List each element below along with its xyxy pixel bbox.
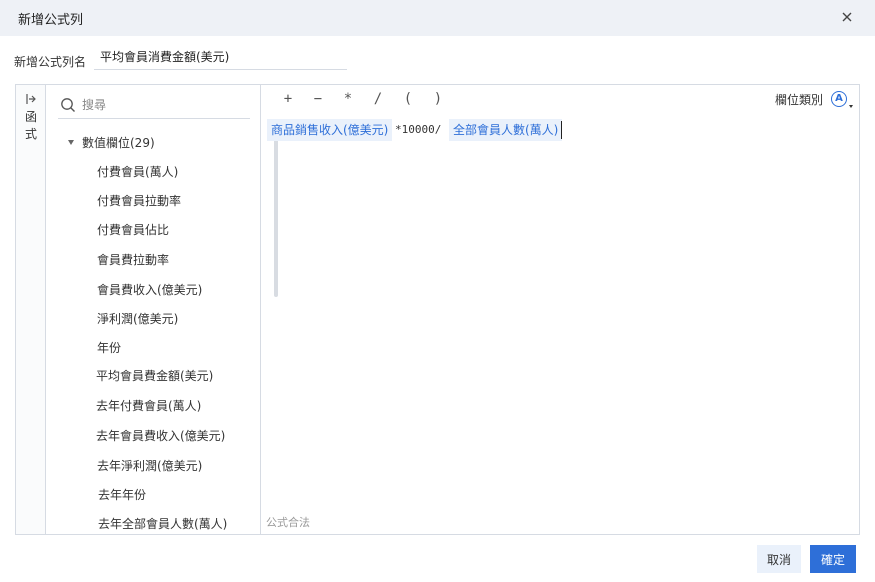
function-rail-label-line1: 函 xyxy=(24,110,37,124)
dialog-title: 新增公式列 xyxy=(18,13,84,28)
field-item[interactable]: 淨利潤(億美元) xyxy=(97,310,178,328)
open-paren-button[interactable]: ( xyxy=(399,91,417,109)
dialog-header: 新增公式列 xyxy=(0,0,875,36)
text-cursor xyxy=(561,121,562,139)
field-item[interactable]: 會員費拉動率 xyxy=(97,251,169,269)
search-input[interactable] xyxy=(82,94,242,116)
search-icon xyxy=(60,97,76,113)
field-item[interactable]: 去年全部會員人數(萬人) xyxy=(98,515,227,530)
column-name-input[interactable] xyxy=(94,44,347,70)
confirm-button[interactable]: 確定 xyxy=(810,545,856,573)
divide-operator-button[interactable]: / xyxy=(369,91,387,109)
field-item[interactable]: 付費會員佔比 xyxy=(97,221,169,239)
field-item[interactable]: 付費會員拉動率 xyxy=(97,192,181,210)
field-item[interactable]: 年份 xyxy=(97,339,121,357)
formula-operator-text: *10000/ xyxy=(395,123,442,136)
field-search[interactable] xyxy=(58,91,250,119)
operator-toolbar: + − * / ( ) 欄位類別 A xyxy=(261,85,859,115)
plus-operator-button[interactable]: + xyxy=(279,91,297,109)
formula-field-chip[interactable]: 全部會員人數(萬人) xyxy=(449,119,563,141)
caret-down-icon xyxy=(68,140,74,145)
field-item[interactable]: 會員費收入(億美元) xyxy=(97,281,202,299)
field-group-label: 數值欄位(29) xyxy=(82,136,155,150)
function-rail-label-line2: 式 xyxy=(24,127,37,141)
field-tree: 數值欄位(29) 付費會員(萬人) 付費會員拉動率 付費會員佔比 會員費拉動率 … xyxy=(46,125,246,530)
field-item[interactable]: 平均會員費金額(美元) xyxy=(96,367,213,385)
field-group-numeric[interactable]: 數值欄位(29) xyxy=(68,134,155,150)
formula-area[interactable]: + − * / ( ) 欄位類別 A 商品銷售收入(億美元) *10000/ 全… xyxy=(261,85,859,534)
field-item[interactable]: 付費會員(萬人) xyxy=(97,163,178,181)
minus-operator-button[interactable]: − xyxy=(309,91,327,109)
field-item[interactable]: 去年淨利潤(億美元) xyxy=(97,457,202,475)
add-formula-column-dialog: 新增公式列 新增公式列名 函 式 xyxy=(0,0,875,582)
formula-valid-status: 公式合法 xyxy=(266,516,310,529)
function-rail-label: 函 式 xyxy=(24,109,38,143)
formula-field-chip[interactable]: 商品銷售收入(億美元) xyxy=(267,119,393,141)
field-item[interactable]: 去年會員費收入(億美元) xyxy=(96,427,225,445)
function-rail[interactable]: 函 式 xyxy=(16,85,46,534)
formula-editor: 函 式 數值欄位(29) 付費會員(萬人) 付費會員拉動率 付費會員佔比 會員費… xyxy=(15,84,860,535)
field-item[interactable]: 去年付費會員(萬人) xyxy=(96,397,201,415)
column-name-label: 新增公式列名 xyxy=(14,55,87,69)
field-type-icon[interactable]: A xyxy=(831,91,847,107)
multiply-operator-button[interactable]: * xyxy=(339,91,357,109)
cancel-button[interactable]: 取消 xyxy=(757,545,801,573)
expand-arrow-icon[interactable] xyxy=(25,93,37,105)
dialog-footer: 取消 確定 xyxy=(0,535,875,582)
caret-down-icon xyxy=(849,105,853,108)
field-item[interactable]: 去年年份 xyxy=(98,486,146,504)
close-paren-button[interactable]: ) xyxy=(429,91,447,109)
close-icon[interactable] xyxy=(839,9,855,25)
column-name-row: 新增公式列名 xyxy=(0,36,875,84)
field-panel: 數值欄位(29) 付費會員(萬人) 付費會員拉動率 付費會員佔比 會員費拉動率 … xyxy=(46,85,278,534)
field-type-label: 欄位類別 xyxy=(775,93,824,107)
